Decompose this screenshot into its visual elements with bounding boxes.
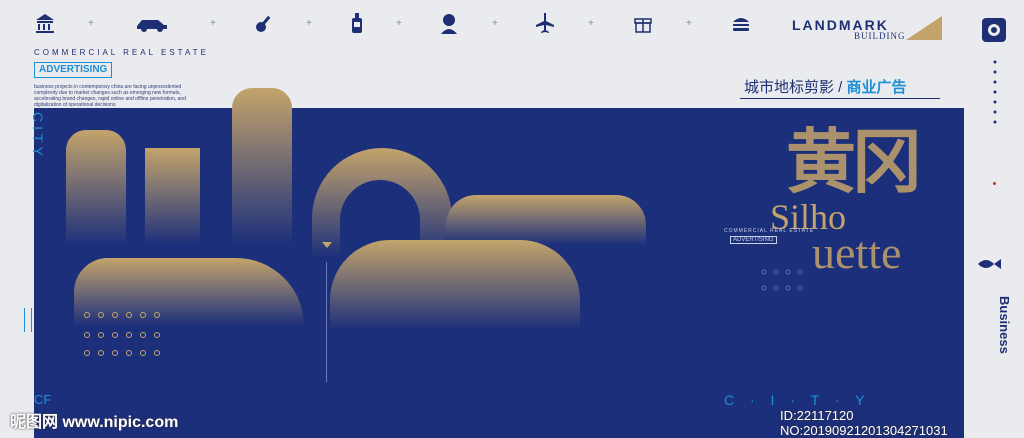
description-text: business projects in contemporary china … [34, 84, 186, 108]
target-icon [982, 18, 1006, 42]
plus-marker: + [88, 18, 94, 29]
ship-silhouette [446, 195, 646, 245]
bar-marker [24, 308, 32, 332]
headline-left: 城市地标剪影 / [744, 79, 847, 96]
city-spaced: C · I · T · Y [724, 392, 871, 408]
plus-marker: + [396, 18, 402, 29]
business-vertical: Business [997, 296, 1012, 354]
headline-divider [740, 98, 940, 99]
plus-marker: + [492, 18, 498, 29]
brand-logo [906, 16, 942, 40]
red-dot [993, 182, 996, 185]
headline-right: 商业广告 [846, 79, 907, 96]
burger-icon [730, 12, 752, 34]
headline: 城市地标剪影 / 商业广告 [744, 76, 907, 97]
watermark-left: 昵图网 www.nipic.com [10, 414, 179, 431]
plus-marker: + [686, 18, 692, 29]
small-commercial: COMMERCIAL REAL ESTATE [724, 228, 815, 234]
bank-icon [34, 12, 56, 34]
small-advertising: ADVERTISING [730, 236, 777, 244]
advertising-badge: ADVERTISING [34, 62, 113, 78]
portrait-icon [438, 12, 460, 34]
gift-icon [632, 12, 654, 34]
airplane-icon [534, 12, 556, 34]
hill-silhouette [330, 240, 580, 330]
commercial-label: COMMERCIAL REAL ESTATE [34, 48, 209, 57]
watermark-right: ID:22117120 NO:20190921201304271031 [780, 408, 948, 438]
vertical-guide [326, 262, 327, 382]
dot-line [993, 60, 997, 132]
fish-icon [976, 256, 1002, 272]
guitar-icon [254, 12, 276, 34]
plus-marker: + [210, 18, 216, 29]
plus-marker: + [306, 18, 312, 29]
bottle-icon [346, 12, 368, 34]
right-dot-grid [760, 268, 840, 308]
dot-grid [84, 312, 160, 358]
plus-marker: + [588, 18, 594, 29]
brand-building: BUILDING [854, 31, 906, 41]
car-icon [134, 12, 170, 34]
city-vertical: CITY [30, 112, 46, 160]
statue-silhouette [66, 130, 126, 245]
figure-silhouette [232, 88, 292, 245]
building-silhouette [145, 148, 200, 245]
cf-text: CF [34, 392, 52, 407]
big-chinese-title: 黄冈 [786, 125, 922, 202]
triangle-marker [322, 242, 332, 248]
